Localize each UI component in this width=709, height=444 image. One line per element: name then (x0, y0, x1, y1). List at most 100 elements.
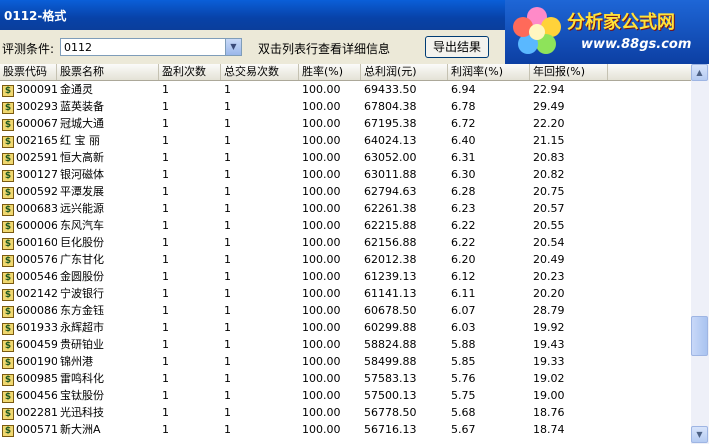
cell-profit: 67804.38 (364, 100, 417, 113)
cell-margin: 6.78 (451, 100, 476, 113)
cell-wins: 1 (162, 185, 169, 198)
cell-name: 冠城大通 (60, 117, 104, 130)
cell-margin: 6.94 (451, 83, 476, 96)
cell-wins: 1 (162, 321, 169, 334)
cell-profit: 61141.13 (364, 287, 417, 300)
table-row[interactable]: $002165 红 宝 丽 1 1 100.00 64024.13 6.40 21.15 (0, 132, 691, 149)
cell-annual: 20.23 (533, 270, 565, 283)
cell-margin: 6.11 (451, 287, 476, 300)
cell-annual: 19.92 (533, 321, 565, 334)
stock-icon: $ (2, 255, 14, 267)
table-row[interactable]: $000592 平潭发展 1 1 100.00 62794.63 6.28 20.75 (0, 183, 691, 200)
cell-name: 恒大高新 (60, 151, 104, 164)
stock-code: 002165 (16, 134, 57, 147)
cell-profit: 58824.88 (364, 338, 417, 351)
logo-name: 分析家公式网 (567, 12, 675, 33)
cell-winrate: 100.00 (302, 389, 341, 402)
cell-wins: 1 (162, 219, 169, 232)
cell-code: $000546 (0, 268, 57, 285)
cell-trades: 1 (224, 287, 231, 300)
stock-icon: $ (2, 238, 14, 250)
cell-wins: 1 (162, 253, 169, 266)
table-row[interactable]: $000683 远兴能源 1 1 100.00 62261.38 6.23 20.57 (0, 200, 691, 217)
table-row[interactable]: $600160 巨化股份 1 1 100.00 62156.88 6.22 20.54 (0, 234, 691, 251)
export-button[interactable]: 导出结果 (425, 36, 489, 58)
condition-select[interactable]: 0112 ▼ (60, 38, 242, 56)
table-row[interactable]: $300091 金通灵 1 1 100.00 69433.50 6.94 22.94 (0, 81, 691, 98)
cell-trades: 1 (224, 168, 231, 181)
cell-winrate: 100.00 (302, 287, 341, 300)
table-row[interactable]: $002281 光迅科技 1 1 100.00 56778.50 5.68 18.76 (0, 404, 691, 421)
cell-name: 东风汽车 (60, 219, 104, 232)
table-row[interactable]: $600006 东风汽车 1 1 100.00 62215.88 6.22 20.55 (0, 217, 691, 234)
cell-margin: 5.68 (451, 406, 476, 419)
table-row[interactable]: $300293 蓝英装备 1 1 100.00 67804.38 6.78 29.49 (0, 98, 691, 115)
cell-annual: 29.49 (533, 100, 565, 113)
column-header-annual[interactable]: 年回报(%) (530, 64, 608, 80)
column-header-winrate[interactable]: 胜率(%) (299, 64, 361, 80)
cell-winrate: 100.00 (302, 423, 341, 436)
table-row[interactable]: $002142 宁波银行 1 1 100.00 61141.13 6.11 20.20 (0, 285, 691, 302)
cell-margin: 6.72 (451, 117, 476, 130)
scroll-up-icon[interactable]: ▲ (691, 64, 708, 81)
table-row[interactable]: $600190 锦州港 1 1 100.00 58499.88 5.85 19.33 (0, 353, 691, 370)
cell-code: $300293 (0, 98, 57, 115)
chevron-down-icon[interactable]: ▼ (225, 39, 241, 55)
cell-margin: 6.12 (451, 270, 476, 283)
cell-name: 银河磁体 (60, 168, 104, 181)
table-row[interactable]: $600086 东方金钰 1 1 100.00 60678.50 6.07 28.79 (0, 302, 691, 319)
table-row[interactable]: $600459 贵研铂业 1 1 100.00 58824.88 5.88 19.43 (0, 336, 691, 353)
stock-icon: $ (2, 425, 14, 437)
stock-code: 600086 (16, 304, 57, 317)
cell-trades: 1 (224, 338, 231, 351)
cell-wins: 1 (162, 423, 169, 436)
column-header-code[interactable]: 股票代码 (0, 64, 57, 80)
cell-name: 金通灵 (60, 83, 93, 96)
column-header-profit[interactable]: 总利润(元) (361, 64, 448, 80)
cell-wins: 1 (162, 100, 169, 113)
cell-wins: 1 (162, 83, 169, 96)
cell-annual: 20.82 (533, 168, 565, 181)
cell-profit: 57500.13 (364, 389, 417, 402)
stock-icon: $ (2, 221, 14, 233)
toolbar: 评测条件: 0112 ▼ 双击列表行查看详细信息 导出结果 (0, 30, 505, 64)
column-header-trades[interactable]: 总交易次数 (221, 64, 299, 80)
stock-code: 300091 (16, 83, 57, 96)
cell-code: $002281 (0, 404, 57, 421)
table-row[interactable]: $000576 广东甘化 1 1 100.00 62012.38 6.20 20.49 (0, 251, 691, 268)
cell-profit: 64024.13 (364, 134, 417, 147)
table-row[interactable]: $000546 金圆股份 1 1 100.00 61239.13 6.12 20.23 (0, 268, 691, 285)
table-row[interactable]: $300127 银河磁体 1 1 100.00 63011.88 6.30 20.82 (0, 166, 691, 183)
cell-profit: 67195.38 (364, 117, 417, 130)
cell-annual: 20.54 (533, 236, 565, 249)
table-row[interactable]: $600456 宝钛股份 1 1 100.00 57500.13 5.75 19.00 (0, 387, 691, 404)
table-row[interactable]: $002591 恒大高新 1 1 100.00 63052.00 6.31 20.83 (0, 149, 691, 166)
column-header-margin[interactable]: 利润率(%) (448, 64, 530, 80)
scroll-thumb[interactable] (691, 316, 708, 356)
cell-profit: 62215.88 (364, 219, 417, 232)
cell-profit: 57583.13 (364, 372, 417, 385)
table-row[interactable]: $600985 雷鸣科化 1 1 100.00 57583.13 5.76 19.02 (0, 370, 691, 387)
cell-code: $600190 (0, 353, 57, 370)
cell-margin: 5.85 (451, 355, 476, 368)
table-row[interactable]: $000571 新大洲A 1 1 100.00 56716.13 5.67 18.74 (0, 421, 691, 438)
cell-wins: 1 (162, 389, 169, 402)
cell-code: $600985 (0, 370, 57, 387)
cell-code: $600459 (0, 336, 57, 353)
cell-winrate: 100.00 (302, 202, 341, 215)
table-row[interactable]: $601933 永辉超市 1 1 100.00 60299.88 6.03 19.92 (0, 319, 691, 336)
column-header-wins[interactable]: 盈利次数 (159, 64, 221, 80)
cell-code: $600456 (0, 387, 57, 404)
cell-wins: 1 (162, 287, 169, 300)
results-table: 股票代码 股票名称 盈利次数 总交易次数 胜率(%) 总利润(元) 利润率(%)… (0, 64, 691, 444)
column-header-name[interactable]: 股票名称 (57, 64, 159, 80)
cell-wins: 1 (162, 304, 169, 317)
cell-winrate: 100.00 (302, 117, 341, 130)
scroll-down-icon[interactable]: ▼ (691, 426, 708, 443)
table-row[interactable]: $600067 冠城大通 1 1 100.00 67195.38 6.72 22.20 (0, 115, 691, 132)
stock-code: 600006 (16, 219, 57, 232)
cell-trades: 1 (224, 321, 231, 334)
vertical-scrollbar[interactable]: ▲ ▼ (691, 64, 709, 444)
cell-winrate: 100.00 (302, 134, 341, 147)
cell-margin: 5.76 (451, 372, 476, 385)
